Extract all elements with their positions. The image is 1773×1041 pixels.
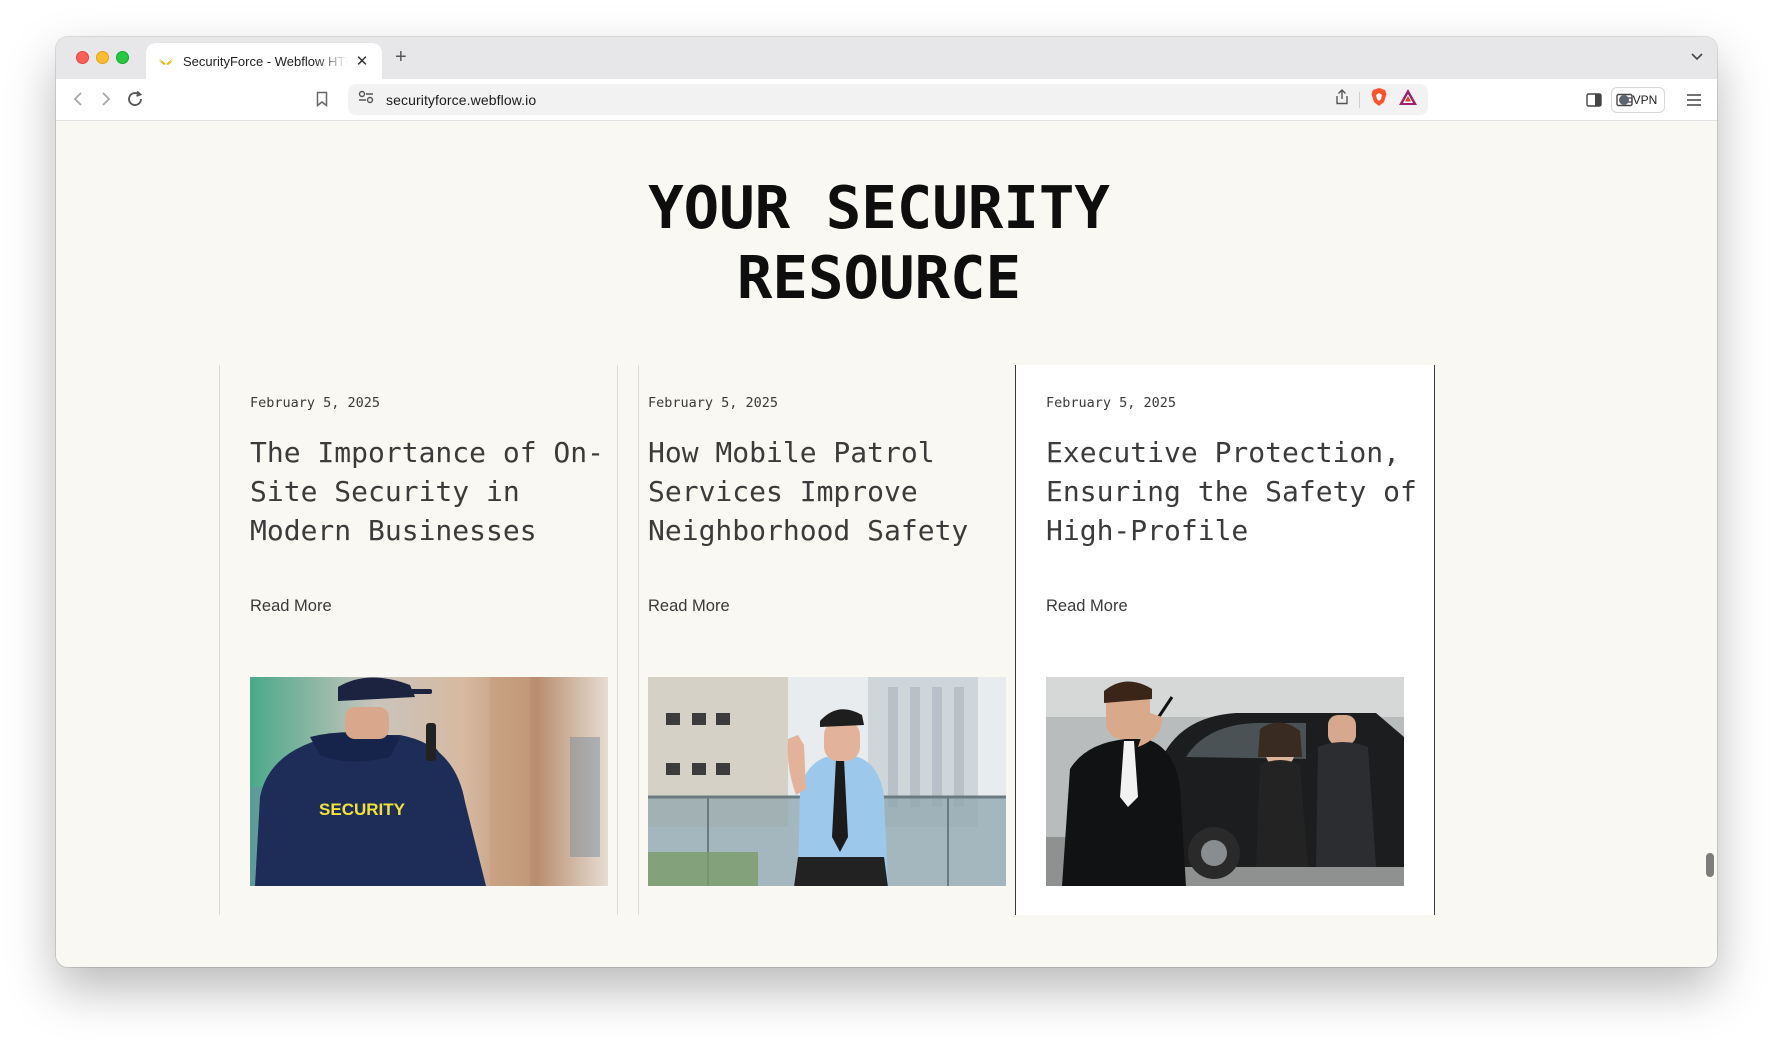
scrollbar-thumb[interactable] — [1706, 853, 1714, 877]
blog-card-grid: February 5, 2025 The Importance of On-Si… — [219, 365, 1569, 915]
minimize-window-button[interactable] — [96, 51, 109, 64]
card-date: February 5, 2025 — [648, 395, 779, 411]
security-text: SECURITY — [319, 800, 406, 819]
tab-list-chevron-icon[interactable] — [1691, 49, 1703, 64]
heading-line-2: RESOURCE — [736, 243, 1022, 312]
blog-card[interactable]: February 5, 2025 How Mobile Patrol Servi… — [617, 365, 1037, 915]
wings-favicon-icon — [158, 53, 174, 69]
read-more-link[interactable]: Read More — [1046, 597, 1128, 616]
section-heading: YOUR SECURITY RESOURCE — [56, 173, 1702, 313]
read-more-link[interactable]: Read More — [648, 597, 730, 616]
vpn-button[interactable]: VPN — [1611, 87, 1665, 113]
browser-toolbar: securityforce.webflow.io VPN — [56, 79, 1717, 121]
forward-button[interactable] — [94, 87, 118, 111]
menu-hamburger-icon[interactable] — [1683, 89, 1705, 111]
bookmark-icon[interactable] — [310, 87, 334, 111]
address-bar[interactable]: securityforce.webflow.io — [348, 84, 1428, 115]
browser-window: SecurityForce - Webflow HTML website tem… — [56, 37, 1717, 967]
address-bar-actions — [1335, 87, 1418, 112]
brave-rewards-icon[interactable] — [1398, 88, 1418, 111]
back-button[interactable] — [66, 87, 90, 111]
heading-line-1: YOUR SECURITY — [648, 173, 1110, 242]
sidebar-toggle-icon[interactable] — [1583, 89, 1605, 111]
tab-strip: SecurityForce - Webflow HTML website tem… — [56, 37, 1717, 79]
page-content: YOUR SECURITY RESOURCE February 5, 2025 … — [56, 121, 1702, 967]
share-icon[interactable] — [1335, 89, 1349, 110]
vpn-status-icon — [1618, 95, 1629, 105]
close-window-button[interactable] — [76, 51, 89, 64]
brave-shields-icon[interactable] — [1370, 87, 1388, 112]
tab-close-icon[interactable]: ✕ — [354, 52, 370, 70]
divider — [1359, 91, 1360, 108]
read-more-link[interactable]: Read More — [250, 597, 332, 616]
tab-title: SecurityForce - Webflow HTML website tem… — [183, 53, 348, 69]
maximize-window-button[interactable] — [116, 51, 129, 64]
reload-button[interactable] — [123, 87, 147, 111]
new-tab-button[interactable]: + — [395, 46, 407, 69]
card-title[interactable]: The Importance of On-Site Security in Mo… — [250, 433, 630, 550]
patrol-officer-image[interactable] — [648, 677, 1006, 886]
card-title[interactable]: Executive Protection, Ensuring the Safet… — [1046, 433, 1426, 550]
url-text[interactable]: securityforce.webflow.io — [386, 92, 536, 108]
card-title[interactable]: How Mobile Patrol Services Improve Neigh… — [648, 433, 1028, 550]
card-date: February 5, 2025 — [1046, 395, 1177, 411]
blog-card[interactable]: February 5, 2025 Executive Protection, E… — [1015, 365, 1435, 915]
executive-protection-image[interactable] — [1046, 677, 1404, 886]
vpn-label: VPN — [1632, 93, 1658, 107]
blog-card[interactable]: February 5, 2025 The Importance of On-Si… — [219, 365, 639, 915]
security-guard-back-image[interactable]: SECURITY — [250, 677, 608, 886]
site-settings-icon[interactable] — [358, 90, 374, 109]
card-date: February 5, 2025 — [250, 395, 381, 411]
page-scrollbar[interactable] — [1702, 121, 1717, 967]
tab-securityforce[interactable]: SecurityForce - Webflow HTML website tem… — [146, 43, 382, 79]
